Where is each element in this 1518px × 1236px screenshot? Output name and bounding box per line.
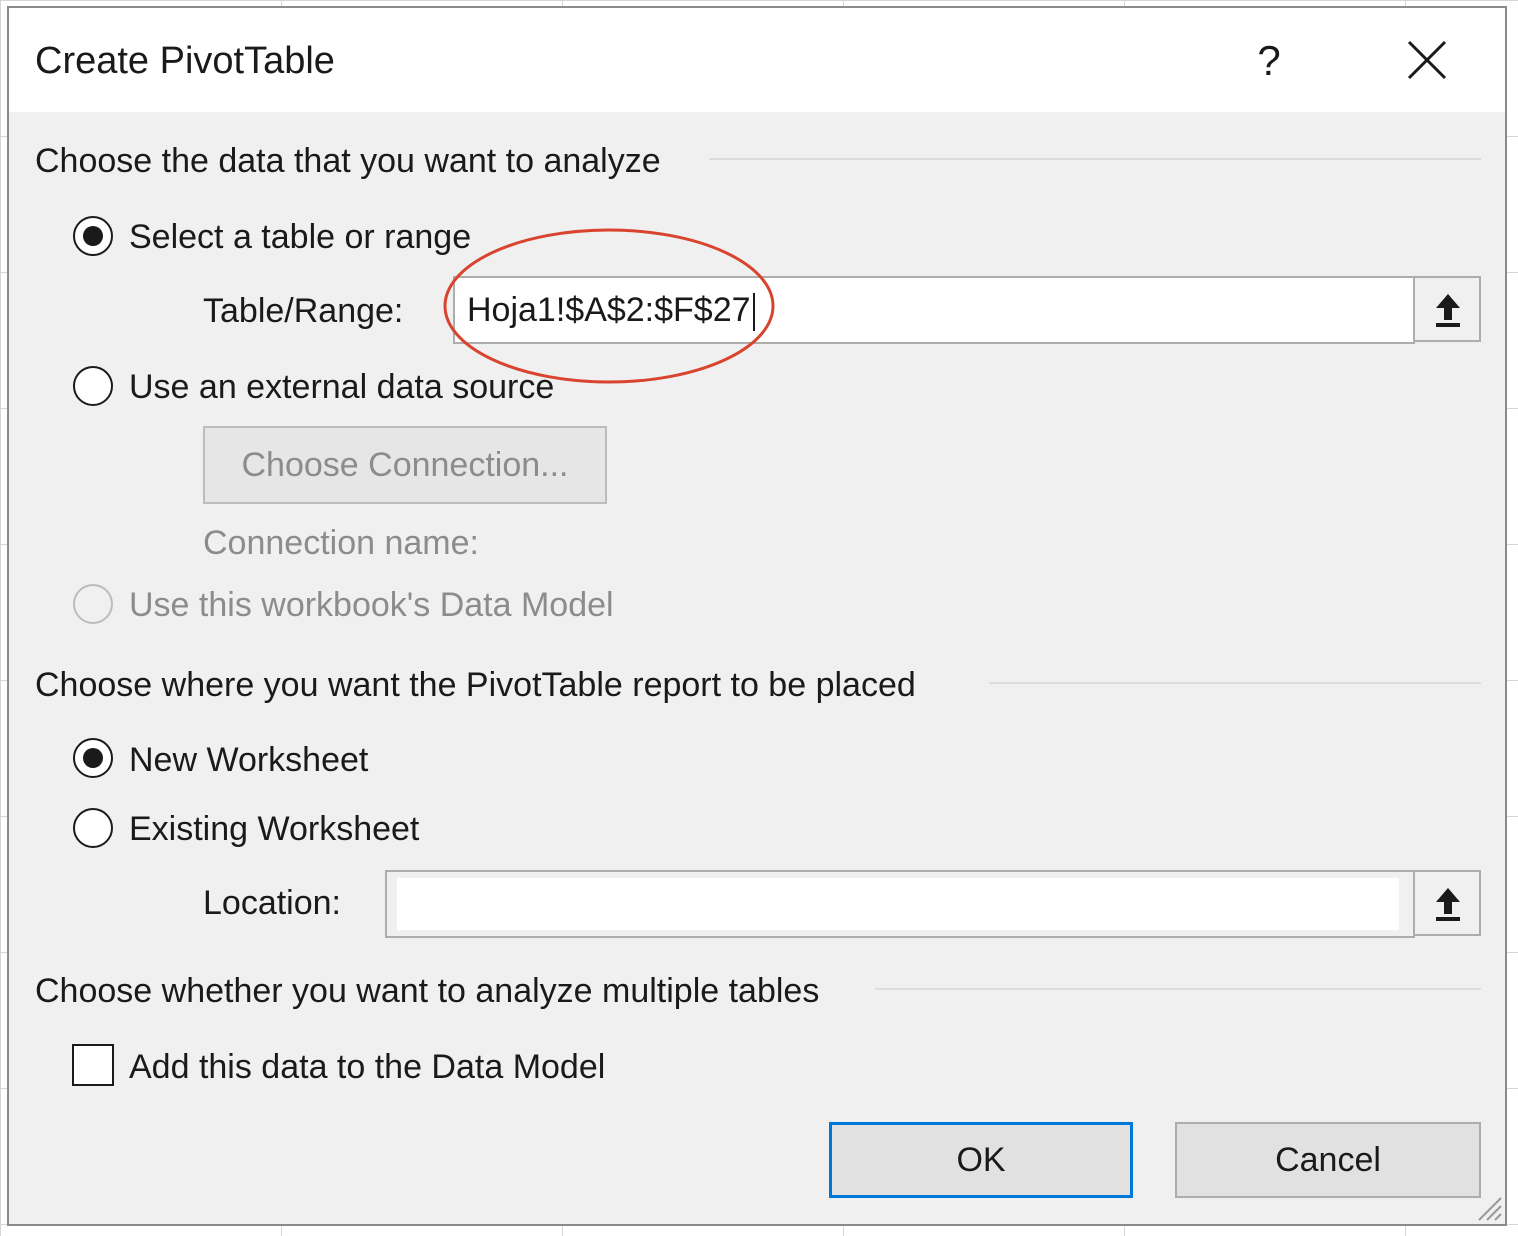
location-label: Location:: [203, 884, 341, 922]
table-range-value: Hoja1!$A$2:$F$27: [467, 291, 751, 329]
existing-worksheet-label[interactable]: Existing Worksheet: [129, 810, 419, 849]
external-source-radio[interactable]: [73, 366, 113, 406]
close-icon[interactable]: [1405, 38, 1449, 82]
add-to-data-model-checkbox[interactable]: [72, 1044, 114, 1086]
select-range-label[interactable]: Select a table or range: [129, 218, 471, 257]
multiple-section-heading: Choose whether you want to analyze multi…: [35, 972, 820, 1010]
table-range-collapse-button[interactable]: [1413, 276, 1481, 342]
title-bar: Create PivotTable ?: [9, 8, 1505, 112]
data-model-label[interactable]: Use this workbook's Data Model: [129, 586, 614, 625]
choose-connection-button[interactable]: Choose Connection...: [203, 426, 607, 504]
new-worksheet-label[interactable]: New Worksheet: [129, 741, 368, 780]
section-divider: [875, 988, 1481, 990]
location-collapse-button[interactable]: [1413, 870, 1481, 936]
location-input-frame: [385, 870, 1415, 938]
up-arrow-icon: [1436, 888, 1460, 921]
section-divider: [989, 682, 1481, 684]
connection-name-label: Connection name:: [203, 524, 479, 562]
existing-worksheet-radio[interactable]: [73, 808, 113, 848]
select-range-radio[interactable]: [73, 216, 113, 256]
data-model-radio[interactable]: [73, 584, 113, 624]
new-worksheet-radio[interactable]: [73, 738, 113, 778]
create-pivottable-dialog: Create PivotTable ? Choose the data that…: [7, 6, 1507, 1226]
section-divider: [709, 158, 1481, 160]
up-arrow-icon: [1436, 294, 1460, 327]
resize-grip-icon[interactable]: [1473, 1192, 1503, 1222]
placement-section-heading: Choose where you want the PivotTable rep…: [35, 666, 916, 704]
dialog-title: Create PivotTable: [35, 40, 335, 82]
table-range-input[interactable]: Hoja1!$A$2:$F$27: [453, 276, 1415, 344]
location-input[interactable]: [397, 878, 1399, 930]
analyze-section-heading: Choose the data that you want to analyze: [35, 142, 661, 180]
ok-button[interactable]: OK: [829, 1122, 1133, 1198]
cancel-button[interactable]: Cancel: [1175, 1122, 1481, 1198]
table-range-label: Table/Range:: [203, 292, 404, 330]
external-source-label[interactable]: Use an external data source: [129, 368, 554, 407]
add-to-data-model-label[interactable]: Add this data to the Data Model: [129, 1048, 605, 1087]
help-icon[interactable]: ?: [1249, 36, 1289, 86]
